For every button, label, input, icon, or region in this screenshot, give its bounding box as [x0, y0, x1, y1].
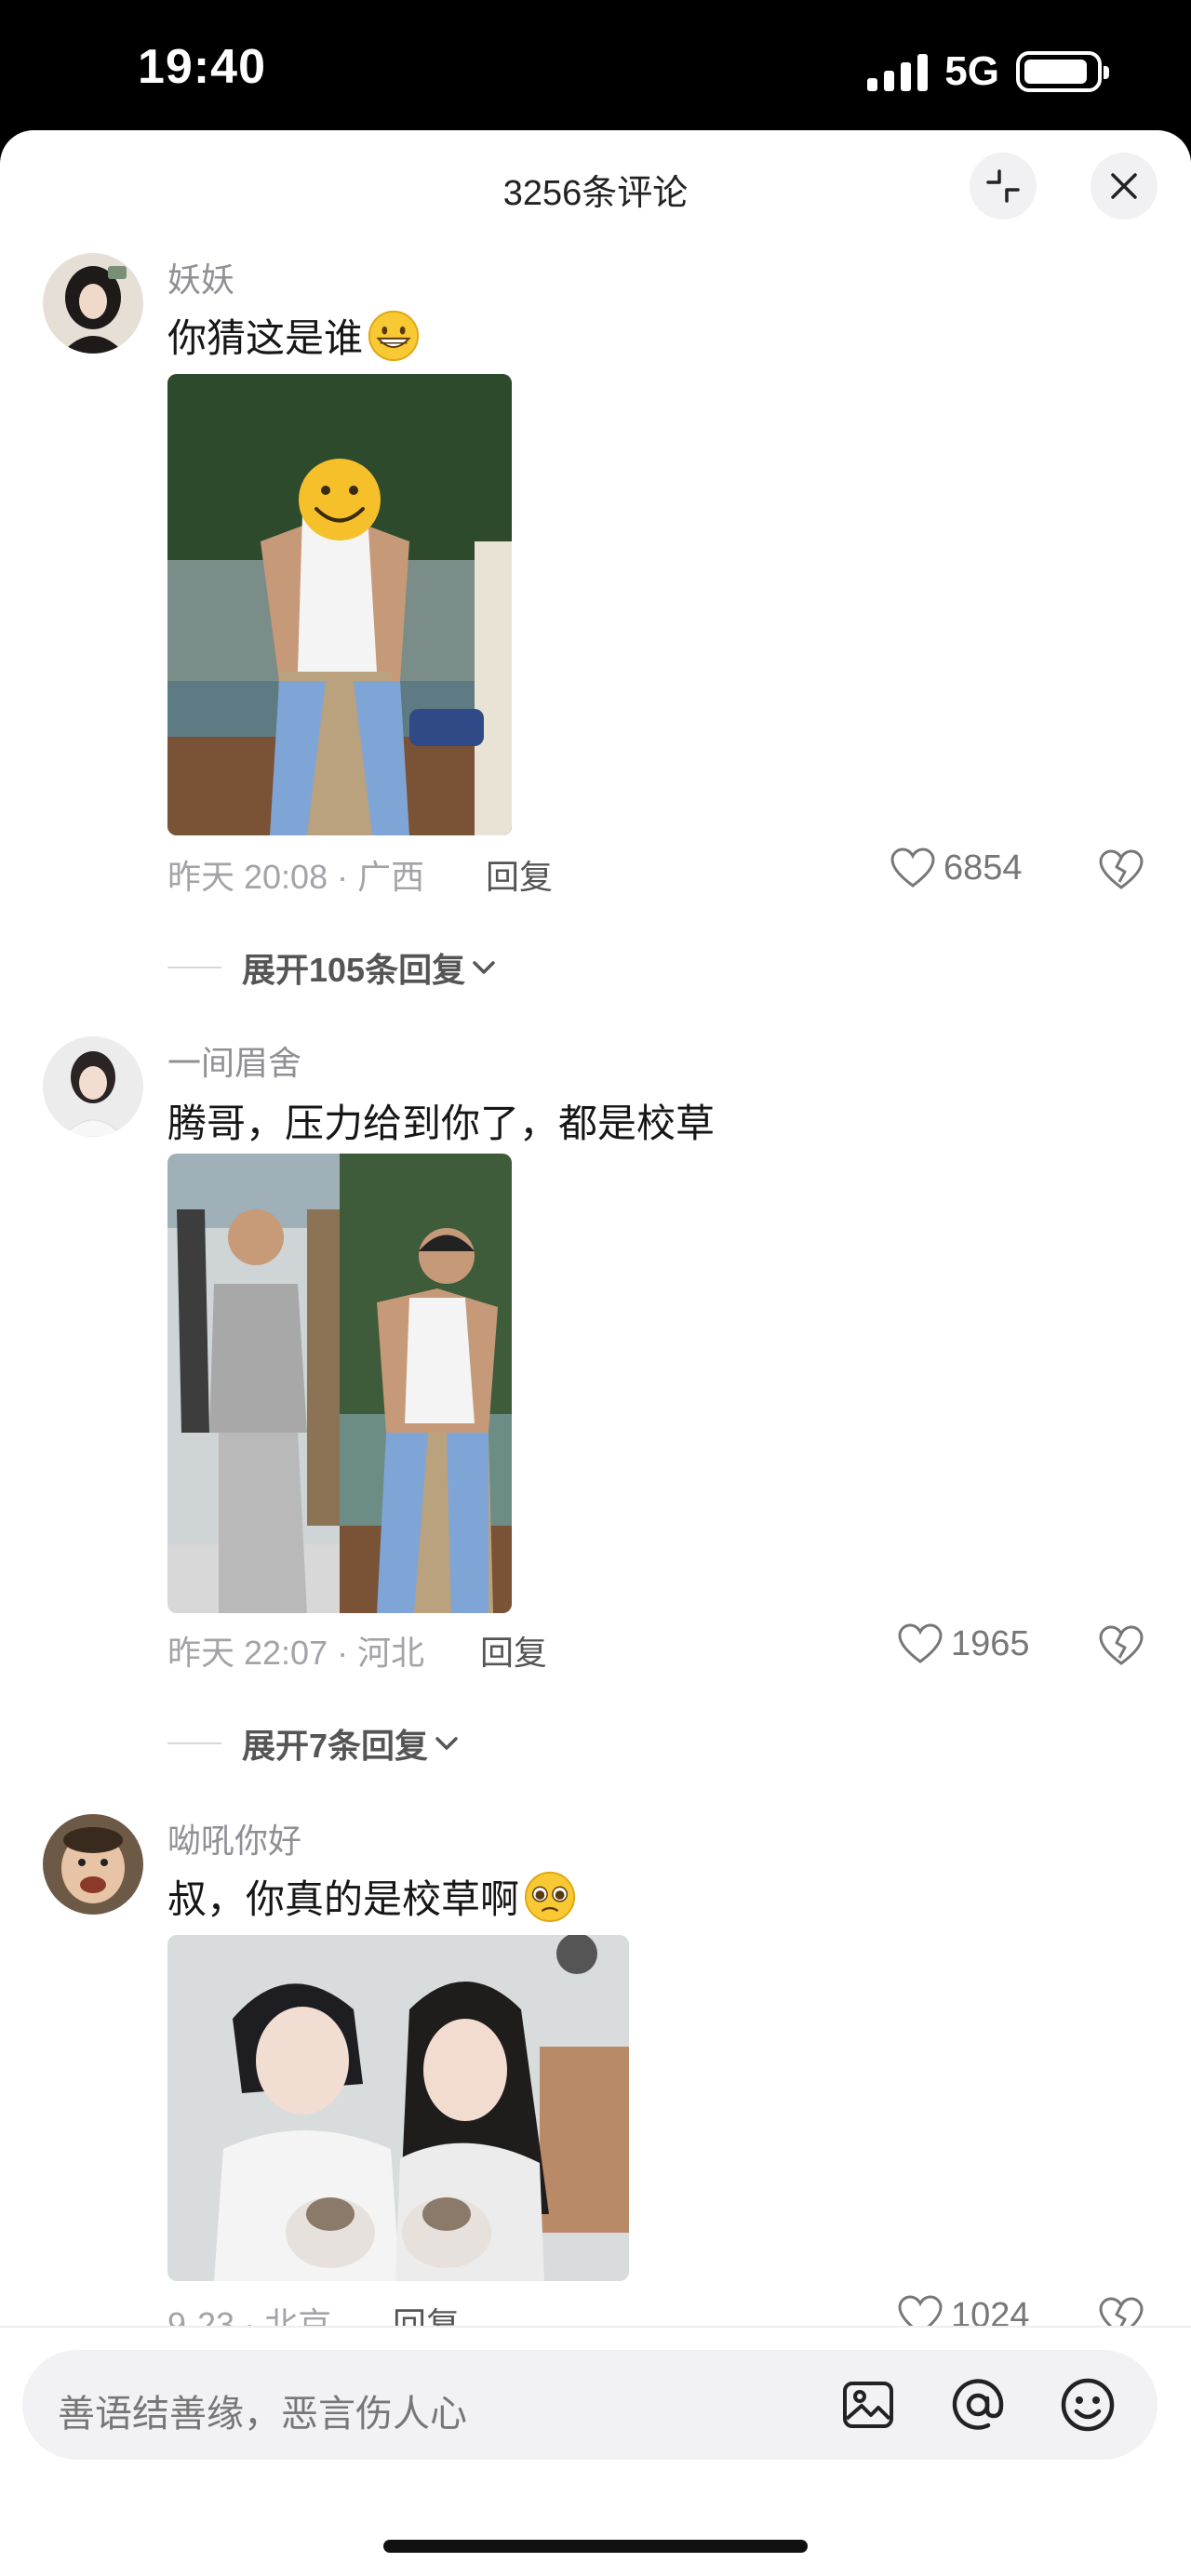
sheet-header: 3256条评论 [0, 130, 1191, 240]
comment-location: · 河北 [337, 1634, 425, 1672]
expand-replies-button[interactable]: 展开7条回复 [167, 1719, 460, 1768]
avatar[interactable] [43, 253, 143, 354]
status-time: 19:40 [138, 40, 266, 94]
comment-username[interactable]: 妖妖 [167, 253, 234, 301]
collapse-button[interactable] [970, 153, 1037, 220]
like-button[interactable]: 1965 [897, 1622, 1030, 1665]
comment-username[interactable]: 呦吼你好 [167, 1814, 301, 1862]
chevron-down-icon [473, 961, 495, 974]
pleading-face-icon [524, 1871, 576, 1922]
comment-input-placeholder: 善语结善缘，恶言伤人心 [58, 2394, 467, 2435]
network-label: 5G [944, 48, 999, 94]
comment-location: · 广西 [337, 858, 425, 896]
comment-sheet: 3256条评论 妖妖 你猜这是谁 昨天 20:08 · 广西 回复 6854 展… [0, 130, 1191, 2576]
comment-meta: 昨天 20:08 · 广西 [167, 850, 424, 899]
comment-text: 腾哥，压力给到你了，都是校草 [167, 1092, 715, 1149]
heart-icon [890, 848, 935, 888]
expand-replies-button[interactable]: 展开105条回复 [167, 943, 497, 992]
avatar[interactable] [43, 1036, 143, 1137]
comment-text: 叔，你真的是校草啊 [167, 1868, 577, 1925]
collapse-icon [986, 169, 1020, 203]
signal-icon [867, 52, 929, 91]
comment-image[interactable] [167, 1935, 629, 2281]
comment-input-bar: 善语结善缘，恶言伤人心 [0, 2326, 1191, 2576]
comment-input[interactable]: 善语结善缘，恶言伤人心 [22, 2350, 1158, 2460]
comment-time: 昨天 22:07 [167, 1634, 328, 1672]
home-indicator[interactable] [383, 2540, 808, 2553]
comment-time: 昨天 20:08 [167, 858, 328, 896]
like-count: 6854 [943, 848, 1023, 888]
broken-heart-icon [1099, 1625, 1144, 1665]
close-icon [1111, 173, 1137, 199]
comment-text: 你猜这是谁 [167, 307, 421, 364]
comment-image[interactable] [167, 374, 512, 835]
comment-text-content: 叔，你真的是校草啊 [167, 1877, 520, 1921]
status-icons: 5G [867, 48, 1109, 95]
emoji-icon[interactable] [1059, 2376, 1117, 2434]
image-icon[interactable] [839, 2376, 897, 2434]
grinning-face-icon [368, 310, 420, 361]
comment-username[interactable]: 一间眉舍 [167, 1036, 301, 1085]
like-count: 1965 [951, 1623, 1030, 1663]
reply-button[interactable]: 回复 [486, 850, 553, 899]
dislike-button[interactable] [1098, 1624, 1144, 1672]
close-button[interactable] [1091, 153, 1158, 220]
expand-replies-label: 展开7条回复 [242, 1727, 429, 1765]
dislike-button[interactable] [1098, 848, 1144, 896]
heart-icon [898, 1623, 943, 1663]
divider-line [167, 967, 221, 968]
comment-text-content: 腾哥，压力给到你了，都是校草 [167, 1101, 716, 1145]
broken-heart-icon [1099, 849, 1144, 889]
comment-meta: 昨天 22:07 · 河北 [167, 1626, 424, 1675]
at-icon[interactable] [949, 2376, 1007, 2434]
comment-image[interactable] [167, 1154, 512, 1613]
like-button[interactable]: 6854 [890, 847, 1023, 889]
avatar[interactable] [43, 1814, 143, 1915]
battery-icon [1016, 51, 1109, 92]
reply-button[interactable]: 回复 [480, 1626, 547, 1675]
expand-replies-label: 展开105条回复 [242, 951, 466, 989]
status-bar: 19:40 5G [0, 0, 1191, 130]
chevron-down-icon [435, 1737, 458, 1750]
comment-text-content: 你猜这是谁 [167, 316, 364, 360]
divider-line [167, 1742, 221, 1744]
